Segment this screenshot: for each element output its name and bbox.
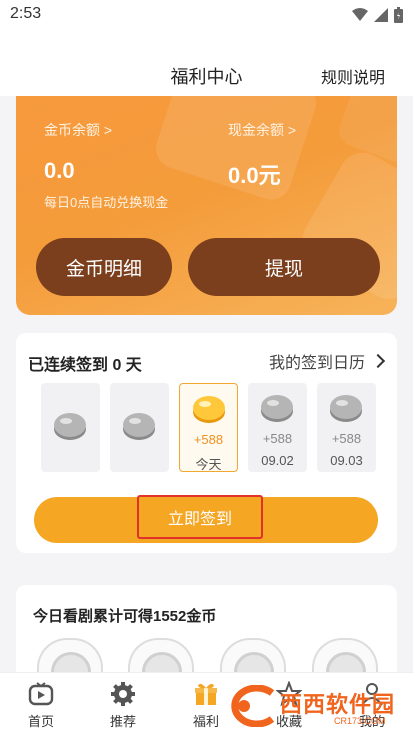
watermark-text: 西西软件园 <box>280 692 396 717</box>
auto-exchange-note: 每日0点自动兑换现金 <box>44 195 169 210</box>
coin-balance-label[interactable]: 金币余额 > <box>44 120 112 140</box>
balance-card: 金币余额 > 0.0 现金余额 > 0.0元 每日0点自动兑换现金 金币明细 提… <box>16 96 397 315</box>
coin-icon <box>330 395 362 422</box>
cash-balance-label[interactable]: 现金余额 > <box>228 120 296 140</box>
signin-day[interactable] <box>110 383 169 472</box>
gold-coin-icon <box>193 396 225 423</box>
signin-day-amount: +588 <box>262 431 293 446</box>
calendar-link-label: 我的签到日历 <box>268 355 365 372</box>
signin-day[interactable]: +588 09.03 <box>317 383 376 472</box>
tab-home[interactable]: 首页 <box>11 681 71 730</box>
watermark: 西西软件园 CR173.COM <box>222 683 408 729</box>
signin-calendar-link[interactable]: 我的签到日历 <box>268 349 386 373</box>
header: 福利中心 规则说明 <box>0 30 413 96</box>
tab-label: 推荐 <box>109 714 136 729</box>
tab-recommend[interactable]: 推荐 <box>93 681 153 730</box>
watermark-subtext: CR173.COM <box>334 716 386 726</box>
coin-icon <box>54 413 86 440</box>
signin-streak: 已连续签到 0 天 <box>28 357 142 374</box>
signal-icon <box>374 8 388 22</box>
coin-detail-button[interactable]: 金币明细 <box>36 238 172 296</box>
signin-card: 已连续签到 0 天 我的签到日历 +588 今天 +588 09.02 +588… <box>16 333 397 553</box>
signin-day[interactable]: +588 09.02 <box>248 383 307 472</box>
chevron-right-icon <box>370 353 386 369</box>
cash-balance-value: 0.0元 <box>228 163 281 188</box>
signin-day-date: 09.03 <box>330 453 363 468</box>
coin-icon <box>261 395 293 422</box>
signin-day[interactable] <box>41 383 100 472</box>
withdraw-button[interactable]: 提现 <box>188 238 380 296</box>
gear-icon <box>111 682 135 706</box>
status-icons <box>352 7 403 23</box>
watermark-logo-icon <box>231 685 275 727</box>
signin-day-date: 09.02 <box>261 453 294 468</box>
gift-icon <box>195 683 217 705</box>
battery-icon <box>394 7 403 23</box>
sign-in-button-label[interactable]: 立即签到 <box>137 495 263 539</box>
watch-reward-title: 今日看剧累计可得1552金币 <box>33 608 217 625</box>
signin-day-amount: +588 <box>193 432 224 447</box>
signin-day-today[interactable]: +588 今天 <box>179 383 238 472</box>
play-tv-icon <box>28 682 54 706</box>
status-time: 2:53 <box>10 5 42 22</box>
signin-day-amount: +588 <box>331 431 362 446</box>
status-bar: 2:53 <box>0 0 413 30</box>
signin-day-date: 今天 <box>195 457 222 472</box>
coin-icon <box>123 413 155 440</box>
coin-balance-value: 0.0 <box>44 158 75 183</box>
wifi-icon <box>352 8 368 21</box>
rules-link[interactable]: 规则说明 <box>321 64 385 88</box>
tab-label: 首页 <box>27 714 54 729</box>
